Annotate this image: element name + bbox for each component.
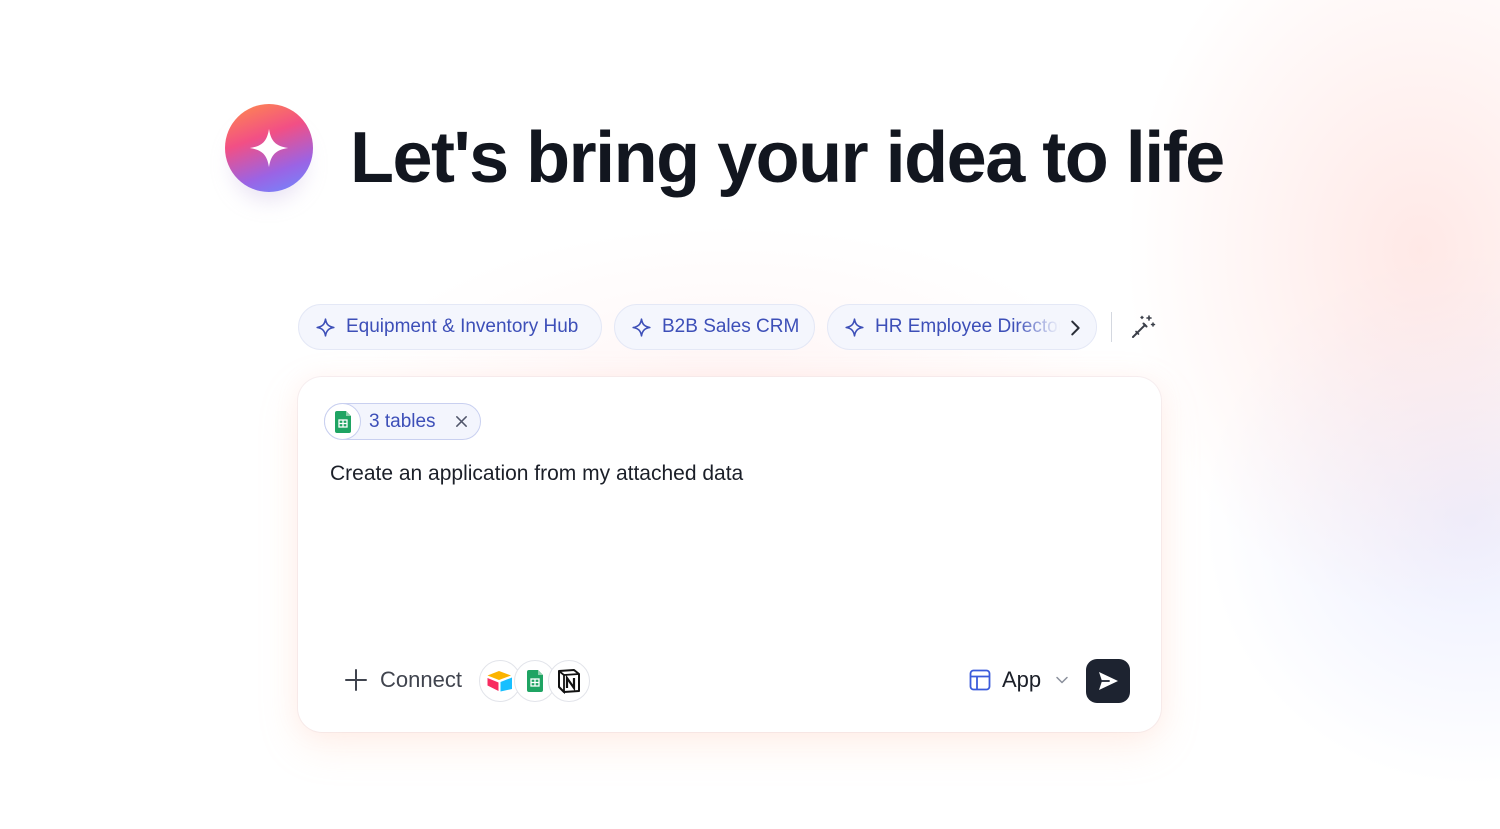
page-title: Let's bring your idea to life — [350, 118, 1225, 198]
magic-wand-icon[interactable] — [1130, 314, 1156, 340]
sparkle-outline-icon — [845, 317, 864, 337]
connect-button[interactable]: Connect — [344, 667, 462, 693]
mode-label: App — [1002, 667, 1042, 692]
suggestion-chip[interactable]: HR Employee Directory — [827, 304, 1097, 350]
attachment-label: 3 tables — [369, 410, 436, 432]
integration-notion[interactable] — [548, 660, 590, 702]
suggestions-row: Equipment & Inventory Hub B2B Sales CRM … — [298, 304, 1160, 350]
suggestion-chip[interactable]: B2B Sales CRM — [614, 304, 815, 350]
google-sheets-icon — [527, 670, 543, 692]
chevron-right-icon[interactable] — [1064, 317, 1086, 339]
prompt-card: 3 tables Create an application from my a… — [298, 377, 1161, 732]
plus-icon — [345, 669, 367, 691]
suggestion-chip[interactable]: Equipment & Inventory Hub — [298, 304, 602, 350]
suggestion-label: Equipment & Inventory Hub — [346, 316, 579, 337]
assistant-logo — [225, 104, 313, 192]
prompt-input[interactable]: Create an application from my attached d… — [330, 461, 1120, 487]
sparkle-outline-icon — [316, 317, 335, 337]
mode-select[interactable]: App — [968, 667, 1069, 693]
send-icon — [1099, 672, 1118, 690]
divider — [1111, 312, 1112, 342]
google-sheets-icon — [334, 410, 351, 433]
notion-icon — [558, 669, 580, 694]
connect-label: Connect — [380, 667, 462, 692]
attachment-icon-wrap — [324, 403, 361, 440]
integrations-group[interactable] — [479, 660, 591, 702]
layout-icon — [969, 669, 991, 691]
attachment-pill[interactable]: 3 tables — [324, 403, 481, 440]
sparkle-icon — [249, 128, 289, 168]
send-button[interactable] — [1086, 659, 1130, 703]
close-icon[interactable] — [454, 414, 469, 429]
suggestion-label: B2B Sales CRM — [662, 316, 800, 337]
sparkle-outline-icon — [632, 317, 651, 337]
chevron-down-icon — [1056, 676, 1068, 684]
airtable-icon — [487, 671, 512, 692]
